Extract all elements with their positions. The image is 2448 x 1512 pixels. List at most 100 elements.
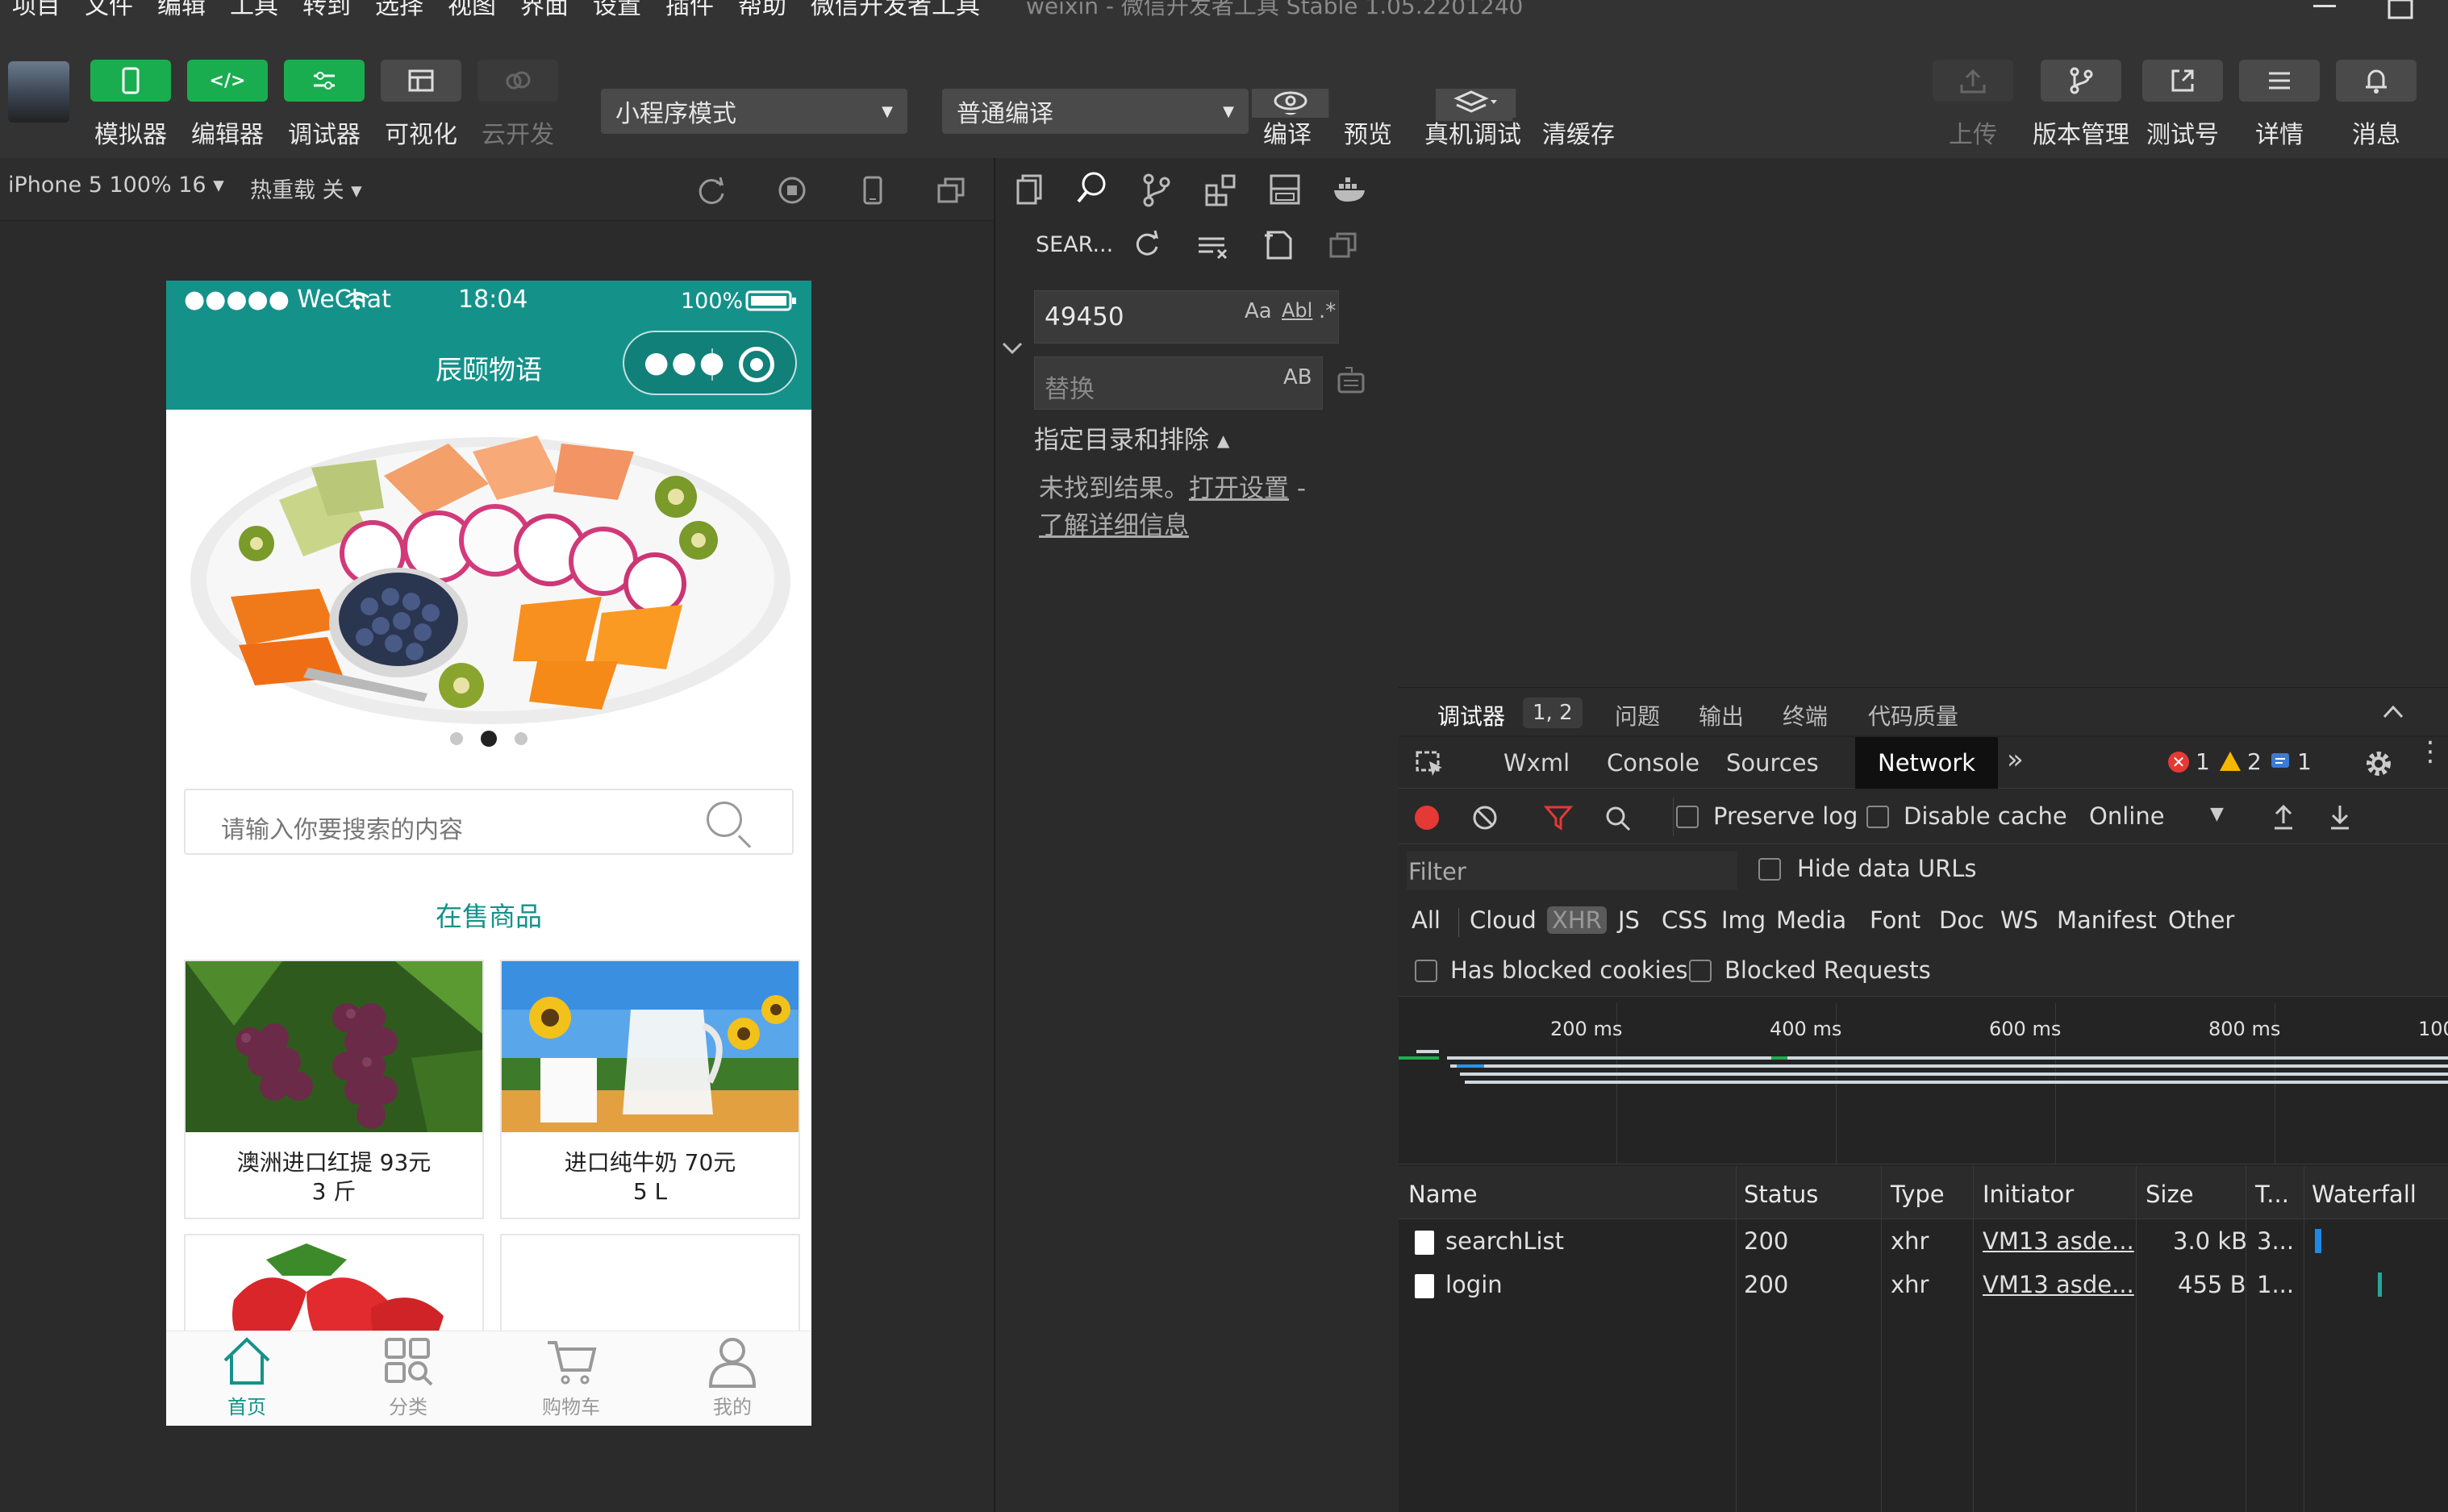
request-initiator-link[interactable]: VM13 asde... — [1983, 1271, 2134, 1298]
minimize-icon[interactable] — [2308, 0, 2341, 16]
menu-wechat-devtools[interactable]: 微信开发者工具 — [799, 0, 992, 23]
match-case-toggle[interactable]: Aa — [1245, 299, 1272, 323]
request-name[interactable]: login — [1445, 1271, 1503, 1298]
error-icon[interactable]: ✕ — [2168, 752, 2189, 773]
stop-icon[interactable] — [776, 174, 808, 206]
device-select[interactable]: iPhone 5 100% 16 ▾ — [8, 173, 224, 198]
preserve-log-checkbox[interactable] — [1676, 806, 1699, 828]
disable-cache-label[interactable]: Disable cache — [1904, 802, 2067, 830]
product-card[interactable]: 进口纯牛奶 70元 5 L — [500, 960, 800, 1219]
type-font[interactable]: Font — [1870, 906, 1920, 934]
tab-mine[interactable]: 我的 — [684, 1335, 781, 1419]
chevron-up-icon[interactable] — [2381, 702, 2405, 722]
preserve-case-toggle[interactable]: AB — [1283, 365, 1312, 389]
hide-data-urls-checkbox[interactable] — [1758, 858, 1781, 881]
menu-view[interactable]: 视图 — [436, 0, 508, 23]
type-css[interactable]: CSS — [1662, 906, 1708, 934]
col-waterfall[interactable]: Waterfall — [2312, 1181, 2417, 1208]
compile-mode-select[interactable]: 普通编译 ▼ — [942, 89, 1249, 134]
has-blocked-cookies-checkbox[interactable] — [1415, 960, 1437, 982]
gear-icon[interactable] — [2363, 748, 2394, 779]
inspect-element-icon[interactable] — [1415, 750, 1447, 779]
warning-count[interactable]: 2 — [2247, 748, 2262, 775]
open-settings-link[interactable]: 打开设置 — [1189, 474, 1289, 503]
col-size[interactable]: Size — [2146, 1181, 2194, 1208]
hot-reload-select[interactable]: 热重载 关 ▾ — [250, 173, 362, 204]
menu-file[interactable]: 文件 — [73, 0, 145, 23]
warning-icon[interactable] — [2218, 750, 2242, 773]
menu-help[interactable]: 帮助 — [726, 0, 799, 23]
tab-terminal[interactable]: 终端 — [1783, 699, 1828, 731]
menu-edit[interactable]: 编辑 — [145, 0, 218, 23]
phone-simulator[interactable]: ●●●●● WeChat 18:04 100% 辰颐物语 ●●● 请输入你要搜索… — [166, 281, 811, 1426]
refresh-icon[interactable] — [1131, 229, 1166, 264]
caret-down-icon[interactable]: ▼ — [2210, 804, 2224, 824]
request-name[interactable]: searchList — [1445, 1227, 1564, 1255]
version-manage-button[interactable]: 版本管理 — [2033, 60, 2129, 150]
new-search-editor-icon[interactable] — [1262, 227, 1297, 263]
type-manifest[interactable]: Manifest — [2057, 906, 2157, 934]
record-icon[interactable] — [1415, 806, 1439, 830]
learn-more-link[interactable]: 了解详细信息 — [1039, 505, 1189, 541]
cloud-dev-button[interactable]: 云开发 — [478, 60, 558, 150]
type-cloud[interactable]: Cloud — [1470, 906, 1537, 934]
type-xhr[interactable]: XHR — [1547, 906, 1607, 934]
match-word-toggle[interactable]: Abl — [1282, 299, 1312, 322]
panel-console[interactable]: Console — [1584, 737, 1722, 789]
preview-icon-button[interactable] — [1252, 89, 1329, 113]
source-control-icon[interactable] — [1139, 173, 1174, 208]
menu-tools[interactable]: 工具 — [218, 0, 290, 23]
search-field[interactable]: 49450 Aa Abl .* — [1034, 290, 1339, 344]
tab-issues[interactable]: 问题 — [1615, 699, 1660, 731]
chevron-down-icon[interactable] — [1000, 339, 1024, 358]
maximize-icon[interactable] — [2384, 0, 2417, 19]
avatar[interactable] — [8, 61, 69, 123]
messages-button[interactable]: 消息 — [2336, 60, 2417, 150]
table-row[interactable]: searchList 200 xhr VM13 asde... 3.0 kB 3… — [1399, 1219, 2448, 1263]
type-ws[interactable]: WS — [2000, 906, 2038, 934]
hide-data-urls-label[interactable]: Hide data URLs — [1797, 855, 1977, 882]
filter-icon[interactable] — [1544, 804, 1573, 831]
info-count[interactable]: 1 — [2297, 748, 2312, 775]
tab-debugger[interactable]: 调试器 — [1437, 699, 1505, 731]
search-icon[interactable] — [1074, 169, 1110, 205]
tab-category[interactable]: 分类 — [360, 1335, 457, 1419]
request-initiator-link[interactable]: VM13 asde... — [1983, 1227, 2134, 1255]
tab-output[interactable]: 输出 — [1699, 699, 1744, 731]
product-card[interactable] — [184, 1234, 484, 1406]
search-icon[interactable] — [707, 802, 742, 837]
pager-dot[interactable] — [515, 732, 528, 745]
files-icon[interactable] — [1010, 173, 1045, 208]
type-js[interactable]: JS — [1618, 906, 1640, 934]
replace-all-icon[interactable] — [1334, 363, 1370, 398]
upload-button[interactable]: 上传 — [1933, 60, 2013, 150]
replace-field[interactable]: 替换 AB — [1034, 356, 1323, 410]
more-panels-icon[interactable]: » — [2007, 744, 2024, 776]
extensions-icon[interactable] — [1203, 173, 1239, 208]
export-har-icon[interactable] — [2326, 802, 2354, 831]
search-icon[interactable] — [1604, 804, 1633, 833]
preview-label[interactable]: 预览 — [1344, 115, 1392, 150]
close-miniprogram-icon[interactable] — [739, 347, 774, 382]
tab-cart[interactable]: 购物车 — [523, 1335, 619, 1419]
outline-icon[interactable] — [1268, 173, 1303, 208]
detach-window-icon[interactable] — [936, 174, 968, 206]
menu-settings[interactable]: 设置 — [581, 0, 653, 23]
clear-icon[interactable] — [1471, 804, 1499, 831]
product-card[interactable] — [500, 1234, 800, 1347]
col-type[interactable]: Type — [1891, 1181, 1945, 1208]
table-row[interactable]: login 200 xhr VM13 asde... 455 B 1... — [1399, 1263, 2448, 1306]
menu-goto[interactable]: 转到 — [290, 0, 363, 23]
type-doc[interactable]: Doc — [1939, 906, 1984, 934]
more-icon[interactable]: ●●● — [644, 348, 727, 377]
rotate-icon[interactable] — [695, 174, 728, 206]
panel-sources[interactable]: Sources — [1704, 737, 1841, 789]
details-button[interactable]: 详情 — [2239, 60, 2320, 150]
visual-button[interactable]: 可视化 — [381, 60, 461, 150]
pager-dot[interactable] — [450, 732, 463, 745]
simulator-button[interactable]: 模拟器 — [90, 60, 171, 150]
banner-image[interactable] — [182, 419, 795, 732]
error-count[interactable]: 1 — [2196, 748, 2210, 775]
editor-button[interactable]: </> 编辑器 — [187, 60, 268, 150]
pager-dot-active[interactable] — [481, 731, 497, 747]
